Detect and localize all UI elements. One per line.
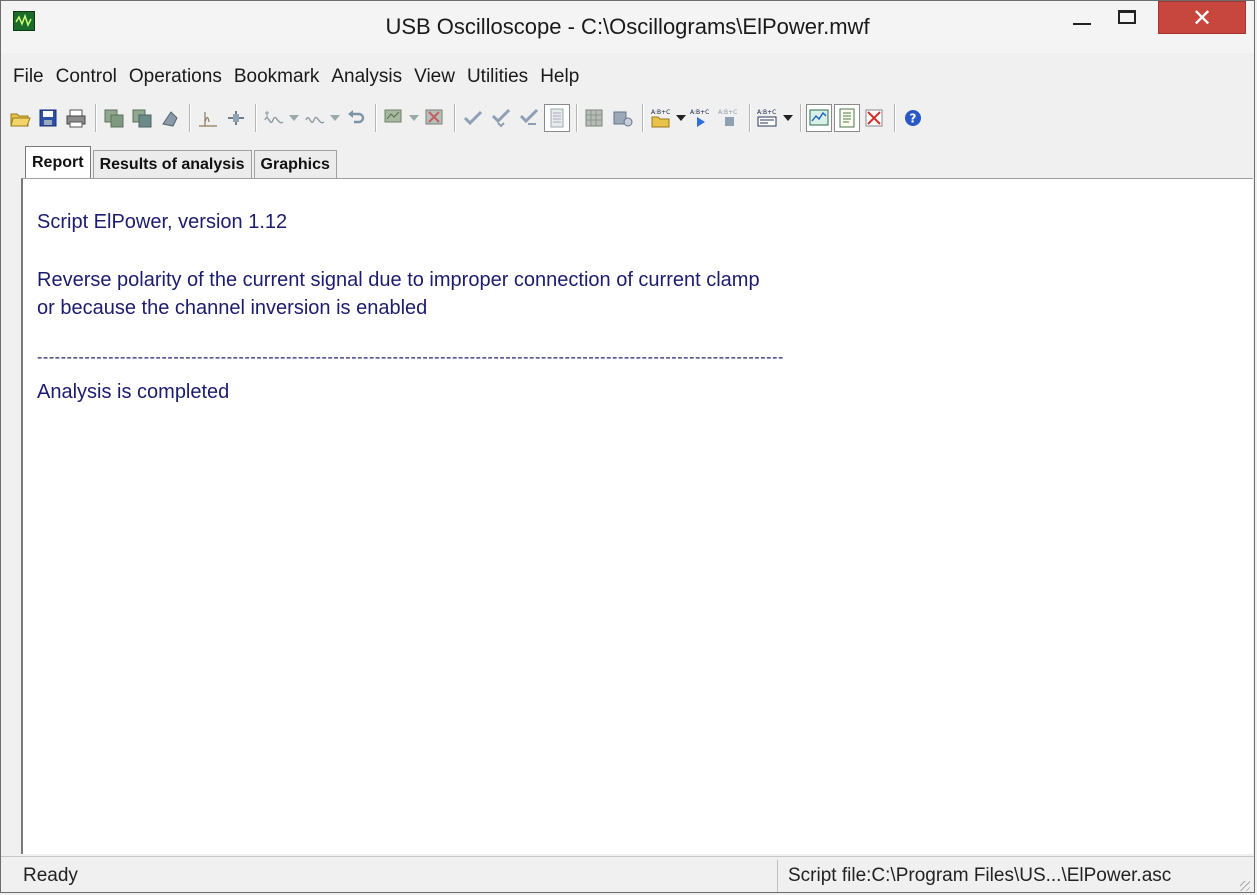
chart-icon[interactable]	[381, 104, 407, 132]
app-window: USB Oscilloscope - C:\Oscillograms\ElPow…	[0, 0, 1255, 893]
save-icon[interactable]	[35, 104, 61, 132]
filter-icon[interactable]	[261, 104, 287, 132]
maximize-button[interactable]	[1106, 1, 1152, 33]
toolbar-separator	[894, 104, 896, 132]
open-icon[interactable]	[7, 104, 33, 132]
menu-control[interactable]: Control	[50, 66, 123, 88]
cursor-icon[interactable]	[223, 104, 249, 132]
svg-text:A:B+C: A:B+C	[757, 109, 776, 116]
print-icon[interactable]	[63, 104, 89, 132]
menu-utilities[interactable]: Utilities	[461, 66, 534, 88]
close-button[interactable]: ✕	[1158, 1, 1246, 34]
filter2-icon[interactable]	[302, 104, 328, 132]
marker-icon[interactable]	[195, 104, 221, 132]
chart-dropdown[interactable]	[409, 104, 419, 132]
report-script-version: Script ElPower, version 1.12	[37, 211, 288, 233]
tab-results-of-analysis[interactable]: Results of analysis	[92, 150, 252, 178]
grid-icon[interactable]	[582, 104, 608, 132]
script-open-dropdown[interactable]	[676, 104, 686, 132]
tab-strip: Report Results of analysis Graphics	[25, 146, 339, 178]
toolbar-separator	[255, 104, 257, 132]
report-message-line1: Reverse polarity of the current signal d…	[37, 269, 760, 291]
close-icon: ✕	[1191, 4, 1213, 32]
toolbar-separator	[189, 104, 191, 132]
delete-chart-icon[interactable]	[422, 104, 448, 132]
script-params-icon[interactable]: A:B+C	[755, 104, 781, 132]
graph-window-icon[interactable]	[806, 104, 832, 132]
script-open-icon[interactable]: A:B+C	[648, 104, 674, 132]
toolbar-separator	[454, 104, 456, 132]
svg-text:A:B+C: A:B+C	[651, 109, 670, 116]
toolbar-separator	[576, 104, 578, 132]
toolbar: A:B+C A:B+C A:B+C A:B+C ?	[7, 96, 1252, 140]
toolbar-separator	[375, 104, 377, 132]
help-icon[interactable]: ?	[900, 104, 926, 132]
script-stop-icon[interactable]: A:B+C	[717, 104, 743, 132]
tool-icon[interactable]	[157, 104, 183, 132]
check-next-icon[interactable]	[516, 104, 542, 132]
tab-report[interactable]: Report	[25, 146, 91, 178]
toolbar-separator	[95, 104, 97, 132]
status-ready: Ready	[23, 865, 78, 886]
menu-bookmark[interactable]: Bookmark	[228, 66, 326, 88]
toolbar-separator	[749, 104, 751, 132]
svg-text:A:B+C: A:B+C	[718, 109, 737, 116]
toolbar-separator	[800, 104, 802, 132]
filter2-dropdown[interactable]	[330, 104, 340, 132]
copy-channel-icon[interactable]	[101, 104, 127, 132]
menu-operations[interactable]: Operations	[123, 66, 228, 88]
check-down-icon[interactable]	[488, 104, 514, 132]
minimize-button[interactable]	[1059, 1, 1105, 33]
menu-view[interactable]: View	[408, 66, 461, 88]
undo-icon[interactable]	[343, 104, 369, 132]
close-window-icon[interactable]	[862, 104, 888, 132]
script-params-dropdown[interactable]	[783, 104, 793, 132]
report-message-line2: or because the channel inversion is enab…	[37, 297, 428, 319]
page-icon[interactable]	[544, 104, 570, 132]
check-icon[interactable]	[460, 104, 486, 132]
svg-text:?: ?	[910, 112, 917, 126]
menu-file[interactable]: File	[7, 66, 50, 88]
toolbar-separator	[642, 104, 644, 132]
script-run-icon[interactable]: A:B+C	[689, 104, 715, 132]
status-script-file: Script file:C:\Program Files\US...\ElPow…	[788, 865, 1172, 886]
report-panel[interactable]: Script ElPower, version 1.12 Reverse pol…	[21, 178, 1253, 854]
report-separator: ----------------------------------------…	[37, 349, 784, 366]
filter-dropdown[interactable]	[289, 104, 299, 132]
menu-help[interactable]: Help	[534, 66, 585, 88]
menu-bar: File Control Operations Bookmark Analysi…	[1, 63, 1254, 91]
report-window-icon[interactable]	[834, 104, 860, 132]
paste-channel-icon[interactable]	[129, 104, 155, 132]
menu-analysis[interactable]: Analysis	[325, 66, 408, 88]
title-bar[interactable]: USB Oscilloscope - C:\Oscillograms\ElPow…	[1, 1, 1254, 53]
status-script-file-pane: Script file:C:\Program Files\US...\ElPow…	[777, 860, 1250, 892]
resize-grip[interactable]	[1240, 881, 1250, 891]
export-icon[interactable]	[610, 104, 636, 132]
svg-text:A:B+C: A:B+C	[690, 109, 709, 116]
report-analysis-completed: Analysis is completed	[37, 381, 230, 403]
tab-graphics[interactable]: Graphics	[253, 150, 337, 178]
status-bar: Ready Script file:C:\Program Files\US...…	[1, 856, 1254, 895]
